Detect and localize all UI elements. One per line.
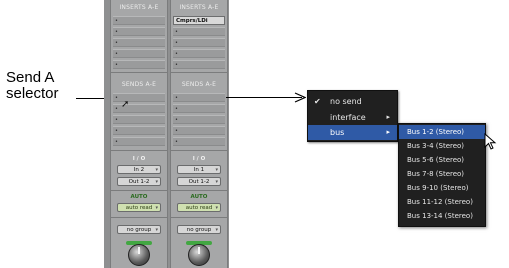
insert-slot-b[interactable]: • <box>173 27 225 36</box>
send-a-selector[interactable]: • <box>173 93 225 102</box>
send-d-selector[interactable]: • <box>113 126 165 135</box>
submenu-arrow-icon: ▸ <box>386 113 390 121</box>
submenu-item-bus-5-6[interactable]: Bus 5-6 (Stereo) <box>399 153 485 167</box>
section-divider <box>171 217 227 218</box>
channel-strip-1: INSERTS A-E • • • • • SENDS A-E • • • • … <box>110 0 168 268</box>
insert-slot-d[interactable]: • <box>113 49 165 58</box>
group-selector[interactable]: no group ▾ <box>117 225 161 234</box>
callout-line-2: selector <box>6 85 59 102</box>
submenu-item-bus-7-8[interactable]: Bus 7-8 (Stereo) <box>399 167 485 181</box>
io-label: I / O <box>132 156 146 162</box>
insert-slot-b[interactable]: • <box>113 27 165 36</box>
chevron-down-icon: ▾ <box>155 205 158 211</box>
output-value: Out 1-2 <box>128 179 150 185</box>
menu-item-bus[interactable]: bus ▸ <box>308 125 397 140</box>
insert-slot-c[interactable]: • <box>173 38 225 47</box>
submenu-item-bus-3-4[interactable]: Bus 3-4 (Stereo) <box>399 139 485 153</box>
arrow-line <box>226 97 302 98</box>
input-selector[interactable]: In 2 ▾ <box>117 165 161 174</box>
submenu-arrow-icon: ▸ <box>386 128 390 136</box>
checkmark-icon: ✔ <box>314 97 321 106</box>
automation-mode-value: auto read <box>185 205 213 211</box>
pan-knob[interactable] <box>128 244 150 266</box>
menu-item-no-send[interactable]: ✔ no send <box>308 94 397 109</box>
mixer-window: INSERTS A-E • • • • • SENDS A-E • • • • … <box>104 0 229 268</box>
chevron-down-icon: ▾ <box>215 205 218 211</box>
send-e-selector[interactable]: • <box>173 137 225 146</box>
mouse-pointer-icon <box>484 133 497 150</box>
bus-submenu: Bus 1-2 (Stereo) Bus 3-4 (Stereo) Bus 5-… <box>398 123 486 227</box>
input-selector[interactable]: In 1 ▾ <box>177 165 221 174</box>
menu-item-label: interface <box>330 113 366 122</box>
send-b-selector[interactable]: • <box>173 104 225 113</box>
submenu-item-bus-9-10[interactable]: Bus 9-10 (Stereo) <box>399 181 485 195</box>
menu-item-label: bus <box>330 128 345 137</box>
channel-strip-2: INSERTS A-E Cmprs/LDi • • • • SENDS A-E … <box>170 0 228 268</box>
chevron-down-icon: ▾ <box>215 179 218 185</box>
arrow-head-icon <box>294 92 306 103</box>
inserts-header: INSERTS A-E <box>119 4 159 11</box>
insert-slot-a[interactable]: Cmprs/LDi <box>173 16 225 25</box>
send-e-selector[interactable]: • <box>113 137 165 146</box>
inserts-header: INSERTS A-E <box>179 4 219 11</box>
section-divider <box>171 190 227 191</box>
insert-slot-e[interactable]: • <box>173 60 225 69</box>
submenu-item-bus-11-12[interactable]: Bus 11-12 (Stereo) <box>399 195 485 209</box>
output-selector[interactable]: Out 1-2 ▾ <box>117 177 161 186</box>
group-value: no group <box>186 227 212 233</box>
send-c-selector[interactable]: • <box>173 115 225 124</box>
section-divider <box>171 150 227 151</box>
chevron-down-icon: ▾ <box>215 227 218 233</box>
callout-leader-line <box>76 98 107 99</box>
chevron-down-icon: ▾ <box>155 227 158 233</box>
insert-slot-e[interactable]: • <box>113 60 165 69</box>
chevron-down-icon: ▾ <box>155 167 158 173</box>
callout-line-1: Send A <box>6 69 55 86</box>
menu-item-interface[interactable]: interface ▸ <box>308 110 397 125</box>
section-divider <box>111 72 167 73</box>
chevron-down-icon: ▾ <box>155 179 158 185</box>
insert-slot-d[interactable]: • <box>173 49 225 58</box>
submenu-item-bus-1-2[interactable]: Bus 1-2 (Stereo) <box>399 125 485 139</box>
send-c-selector[interactable]: • <box>113 115 165 124</box>
insert-slot-a[interactable]: • <box>113 16 165 25</box>
mouse-cursor-icon: ➚ <box>121 99 130 110</box>
group-selector[interactable]: no group ▾ <box>177 225 221 234</box>
output-value: Out 1-2 <box>188 179 210 185</box>
input-value: In 2 <box>133 167 145 173</box>
output-selector[interactable]: Out 1-2 ▾ <box>177 177 221 186</box>
sends-header: SENDS A-E <box>121 81 157 88</box>
send-popup-menu: ✔ no send interface ▸ bus ▸ <box>307 90 398 142</box>
insert-slot-c[interactable]: • <box>113 38 165 47</box>
auto-label: AUTO <box>130 194 148 200</box>
automation-mode-selector[interactable]: auto read ▾ <box>117 203 161 212</box>
sends-header: SENDS A-E <box>181 81 217 88</box>
section-divider <box>111 217 167 218</box>
auto-label: AUTO <box>190 194 208 200</box>
section-divider <box>111 190 167 191</box>
input-value: In 1 <box>193 167 205 173</box>
section-divider <box>111 150 167 151</box>
group-value: no group <box>126 227 152 233</box>
submenu-item-bus-13-14[interactable]: Bus 13-14 (Stereo) <box>399 209 485 223</box>
menu-item-label: no send <box>330 97 362 106</box>
pan-knob[interactable] <box>188 244 210 266</box>
callout-label: Send A selector <box>6 70 70 102</box>
io-label: I / O <box>192 156 206 162</box>
section-divider <box>171 72 227 73</box>
send-d-selector[interactable]: • <box>173 126 225 135</box>
chevron-down-icon: ▾ <box>215 167 218 173</box>
automation-mode-value: auto read <box>125 205 153 211</box>
automation-mode-selector[interactable]: auto read ▾ <box>177 203 221 212</box>
